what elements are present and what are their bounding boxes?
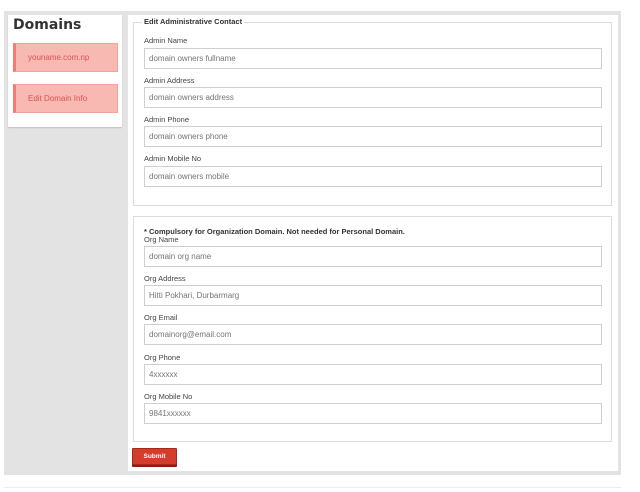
org-name-label: Org Name [144,235,179,244]
main-content: Edit Administrative Contact Admin Name A… [128,15,618,471]
admin-contact-fieldset: Edit Administrative Contact Admin Name A… [133,17,612,206]
sidebar: Domains youname.com.np Edit Domain Info [8,15,122,127]
org-phone-label: Org Phone [144,353,181,362]
admin-mobile-label: Admin Mobile No [144,154,202,163]
admin-name-label: Admin Name [144,36,188,45]
org-phone-input[interactable] [144,364,602,385]
admin-phone-label: Admin Phone [144,115,190,124]
org-email-input[interactable] [144,324,602,345]
admin-contact-legend: Edit Administrative Contact [142,17,245,26]
org-contact-fieldset: * Compulsory for Organization Domain. No… [133,216,612,442]
org-address-input[interactable] [144,285,602,306]
sidebar-item-domain[interactable]: youname.com.np [13,43,118,72]
admin-phone-input[interactable] [144,126,602,147]
footer-divider [4,487,621,488]
org-name-input[interactable] [144,246,602,267]
org-mobile-input[interactable] [144,403,602,424]
admin-mobile-input[interactable] [144,166,602,187]
admin-address-input[interactable] [144,87,602,108]
admin-address-label: Admin Address [144,76,195,85]
org-address-label: Org Address [144,274,186,283]
sidebar-item-label: youname.com.np [28,53,90,62]
sidebar-item-edit-domain-info[interactable]: Edit Domain Info [13,84,118,113]
sidebar-title: Domains [13,17,82,33]
sidebar-item-label: Edit Domain Info [28,94,88,103]
org-email-label: Org Email [144,313,178,322]
org-mobile-label: Org Mobile No [144,392,193,401]
admin-name-input[interactable] [144,48,602,69]
org-compulsory-note: * Compulsory for Organization Domain. No… [144,227,405,236]
submit-button[interactable]: Submit [132,448,177,465]
